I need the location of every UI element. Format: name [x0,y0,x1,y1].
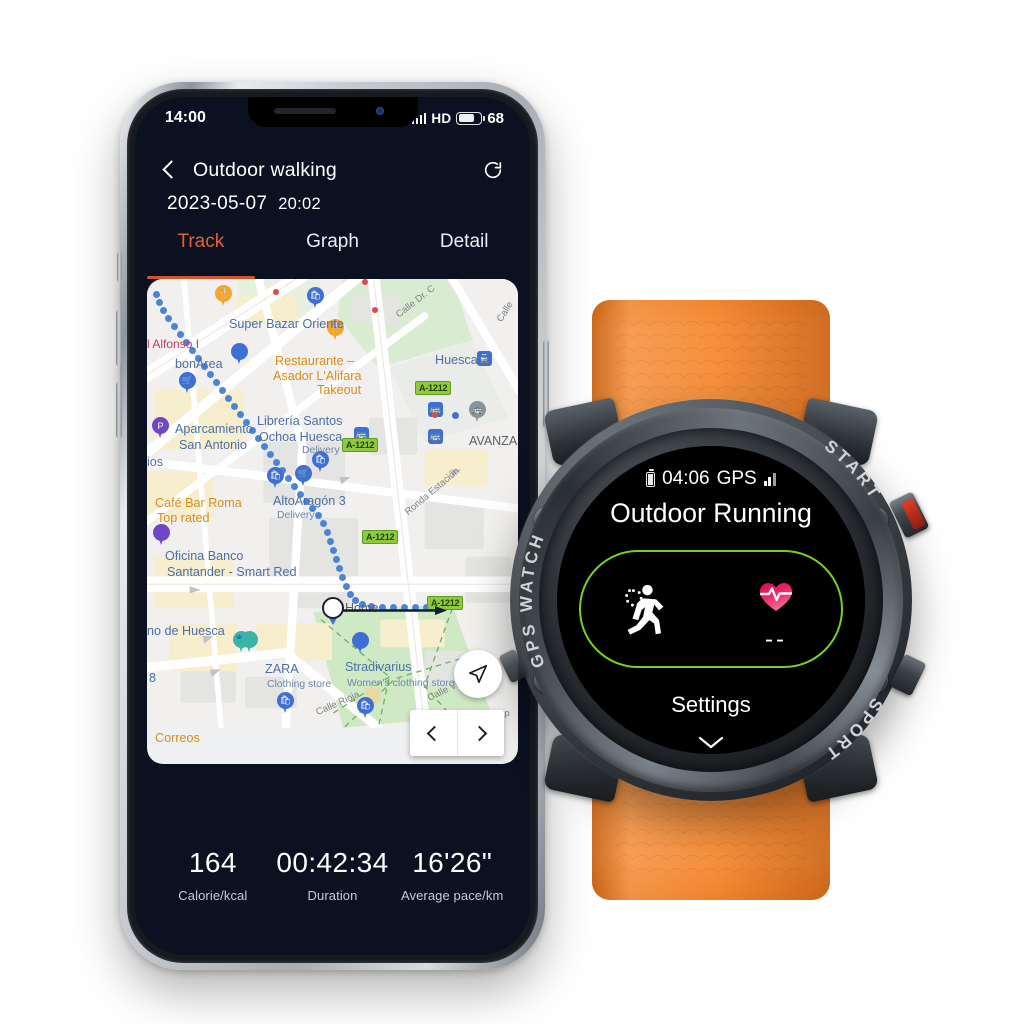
status-time: 14:00 [165,109,206,126]
stat-value: 164 [188,847,237,878]
map-label: ios [147,455,164,469]
map-label: Ochoa Huesca [259,430,343,444]
watch-activity-title: Outdoor Running [610,498,812,528]
map-prev-button[interactable] [410,710,458,756]
front-camera-icon [375,107,384,115]
map-label: Santander - Smart Red [167,565,297,579]
phone-volume-down-button[interactable] [116,382,122,438]
phone-screen: 14:00 HD 68 Outdoor walking 2023-05-07 2… [135,97,530,955]
phone-bezel: 14:00 HD 68 Outdoor walking 2023-05-07 2… [127,89,538,963]
map-label: Oficina Banco [165,549,244,563]
map-label: Delivery [302,445,340,456]
map-label: Stradivarius [345,660,412,674]
current-position-marker [322,597,344,619]
direction-arrow-icon [335,606,447,615]
phone-device: 14:00 HD 68 Outdoor walking 2023-05-07 2… [116,82,549,970]
heart-rate-icon [759,583,793,611]
map-label: 8 [149,671,157,685]
session-time: 20:02 [278,195,321,213]
navigation-arrow-icon [468,664,488,684]
watch-activity-cell[interactable] [581,552,711,666]
watch-time: 04:06 [662,468,710,489]
session-datetime: 2023-05-07 20:02 [135,193,530,215]
map-label: A-1212 [362,530,399,545]
gps-signal-icon [763,472,776,486]
map-page-nav [410,710,504,756]
refresh-icon[interactable] [482,159,504,181]
tab-bar: Track Graph Detail [135,229,530,271]
map-label: Takeout [317,383,362,397]
watch-heart-rate-cell[interactable]: -- [711,552,841,666]
stat-calories: 164 Calorie/kcal [153,847,273,903]
stat-duration: 00:42:34 Duration [273,847,393,903]
watch-metric-panel[interactable]: -- [579,550,843,668]
map-label: Correos [155,731,200,745]
map-label: AltoAragón 3 [273,494,346,508]
gps-label: GPS [716,468,757,489]
map-label: l Alfonso I [147,337,200,351]
map-next-button[interactable] [457,710,504,756]
stat-label: Duration [307,888,358,903]
tab-graph[interactable]: Graph [267,229,399,271]
session-date: 2023-05-07 [167,193,268,214]
battery-icon [456,111,485,125]
battery-icon [646,469,656,487]
map-label: Ronda Estación [402,465,462,518]
running-person-icon [625,584,664,635]
watch-case: — GPS WATCH — START SPORT 04:06 GPS Outd… [498,399,930,801]
watch-sport-button[interactable] [889,653,927,697]
map-label: Calle Dr. C [393,283,438,321]
map-label: bonArea [175,357,223,371]
chevron-down-icon[interactable] [698,736,724,750]
map-label: San Antonio [179,438,247,452]
watch-status-bar: 04:06 GPS [557,468,865,490]
summary-stats: 164 Calorie/kcal 00:42:34 Duration 16'26… [135,847,530,903]
stat-label: Calorie/kcal [178,888,248,903]
map-label: Clothing store [267,679,332,690]
map-label: Delivery [277,510,315,521]
battery-percent-label: 68 [487,109,504,127]
chevron-right-icon [471,725,488,741]
map-label: Asador L'Alifara [273,369,362,383]
map-label: Calle Rioja [314,689,362,719]
back-button[interactable] [159,160,179,180]
app-header: Outdoor walking [135,147,530,193]
map-label: Huesca [435,353,478,367]
phone-notch [247,97,418,127]
map-label: Aparcamiento [175,422,253,436]
stat-value: 00:42:34 [276,847,389,878]
heart-rate-value: -- [765,626,787,653]
status-indicators: HD 68 [411,109,504,127]
tab-track[interactable]: Track [135,229,267,271]
map-label: Librería Santos [257,414,343,428]
earpiece-speaker [273,108,336,114]
network-type-label: HD [431,110,452,126]
map-view[interactable]: 🍴🛍🍴🛒P🛍🛒🚌🛍🐾🛍🛍🚆🚌🚌🚌 Super Bazar OrienteCall… [147,279,518,764]
watch-settings-label[interactable]: Settings [557,692,865,718]
map-label: no de Huesca [147,624,225,638]
map-label: Super Bazar Oriente [229,317,344,331]
map-label: Café Bar Roma [155,496,242,510]
locate-me-button[interactable] [454,650,502,698]
map-label: Top rated [157,511,210,525]
smartwatch-device: — GPS WATCH — START SPORT 04:06 GPS Outd… [486,300,936,900]
phone-volume-up-button[interactable] [116,310,122,366]
chevron-left-icon [426,725,443,741]
map-label: A-1212 [415,381,452,396]
tab-detail[interactable]: Detail [398,229,530,271]
phone-silent-switch[interactable] [117,252,122,282]
map-label: ZARA [265,662,299,676]
watch-left-button[interactable] [498,648,528,684]
page-title: Outdoor walking [193,158,337,181]
watch-screen[interactable]: 04:06 GPS Outdoor Running -- Settings [557,446,865,754]
map-label: Restaurante – [275,354,355,368]
map-label: A-1212 [342,438,379,453]
